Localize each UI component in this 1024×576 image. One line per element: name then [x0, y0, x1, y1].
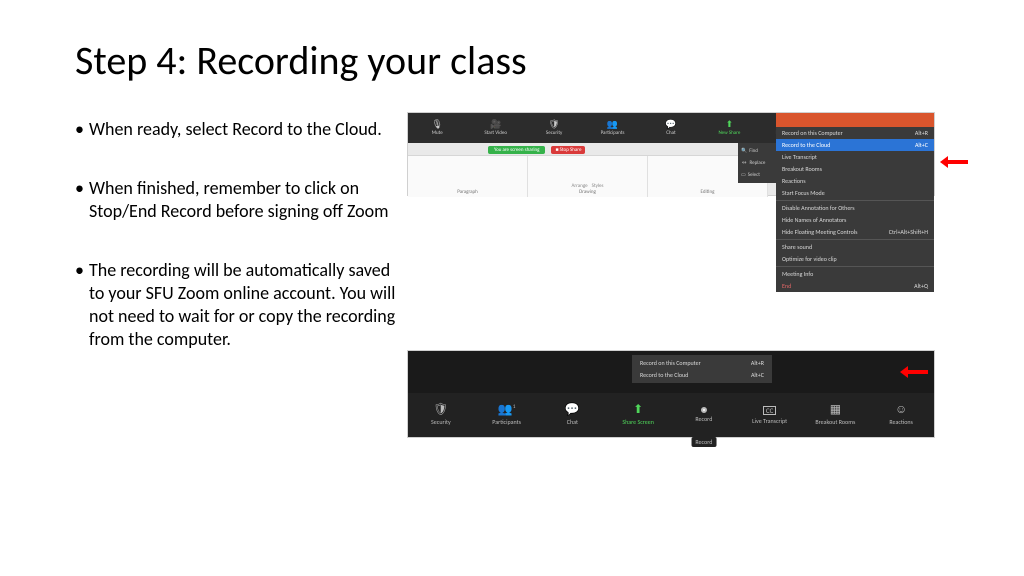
mute-button[interactable]: 🎙Mute — [408, 113, 466, 143]
cursor-icon: ▭ — [741, 172, 746, 178]
callout-arrow-icon — [900, 366, 928, 378]
live-transcript-button[interactable]: CCLive Transcript — [737, 393, 803, 437]
replace-button[interactable]: ↔Replace — [741, 160, 773, 166]
menu-item[interactable]: Start Focus Mode — [776, 187, 934, 199]
bullet-item: When ready, select Record to the Cloud. — [75, 118, 405, 141]
menu-item[interactable]: Hide Names of Annotators — [776, 214, 934, 226]
orange-bar — [776, 113, 934, 127]
chat-icon: 💬 — [665, 120, 676, 129]
bullet-item: The recording will be automatically save… — [75, 259, 405, 351]
reactions-button[interactable]: ☺Reactions — [868, 393, 934, 437]
select-button[interactable]: ▭Select — [741, 172, 773, 178]
screenshot-bottom: Record on this ComputerAlt+RRecord to th… — [407, 350, 935, 438]
share-status: You are screen sharing ■ Stop Share — [488, 144, 585, 155]
zoom-toolbar-bottom: 🛡Security 👥1Participants 💬Chat ⬆Share Sc… — [408, 393, 934, 437]
menu-item[interactable]: Record on this ComputerAlt+R — [632, 357, 772, 369]
menu-item[interactable]: Optimize for video clip — [776, 253, 934, 265]
menu-item[interactable]: Reactions — [776, 175, 934, 187]
participants-button[interactable]: 👥1Participants — [474, 393, 540, 437]
menu-item[interactable]: Record to the CloudAlt+C — [776, 139, 934, 151]
participants-button[interactable]: 👥Participants — [583, 113, 641, 143]
menu-item[interactable]: Breakout Rooms — [776, 163, 934, 175]
smile-icon: ☺ — [895, 404, 907, 416]
chat-button[interactable]: 💬Chat — [540, 393, 606, 437]
stop-share-button[interactable]: ■ Stop Share — [551, 146, 585, 154]
menu-item[interactable]: EndAlt+Q — [776, 280, 934, 292]
chat-icon: 💬 — [565, 404, 580, 416]
share-icon: ⬆ — [633, 404, 643, 416]
ribbon-group-paragraph: Paragraph — [408, 156, 528, 197]
menu-item[interactable]: Disable Annotation for Others — [776, 202, 934, 214]
bullet-item: When finished, remember to click on Stop… — [75, 177, 405, 223]
menu-item[interactable]: Record on this ComputerAlt+R — [776, 127, 934, 139]
screenshot-top: 🎙Mute 🎥Start Video 🛡Security 👥Participan… — [407, 112, 935, 196]
menu-item[interactable]: Hide Floating Meeting ControlsCtrl+Alt+S… — [776, 226, 934, 238]
share-icon: ⬆ — [726, 120, 734, 129]
people-icon: 👥 — [607, 120, 618, 129]
find-button[interactable]: 🔍Find — [741, 148, 773, 154]
menu-item[interactable]: Live Transcript — [776, 151, 934, 163]
sharing-badge: You are screen sharing — [488, 146, 545, 154]
ribbon-find-panel: 🔍Find ↔Replace ▭Select — [738, 143, 776, 183]
record-icon — [701, 407, 707, 413]
mic-icon: 🎙 — [432, 120, 443, 129]
page-title: Step 4: Recording your class — [75, 36, 527, 85]
security-button[interactable]: 🛡Security — [525, 113, 583, 143]
search-icon: 🔍 — [741, 148, 747, 154]
office-ribbon: Paragraph ArrangeStyles Drawing Editing — [408, 155, 768, 197]
grid-icon: ▦ — [830, 404, 841, 416]
record-tooltip: Record — [691, 437, 716, 447]
bullet-list: When ready, select Record to the Cloud. … — [75, 118, 405, 387]
people-icon: 👥1 — [498, 404, 516, 416]
menu-item[interactable]: Share sound — [776, 241, 934, 253]
menu-item[interactable]: Record to the CloudAlt+C — [632, 369, 772, 381]
more-menu: Record on this ComputerAlt+RRecord to th… — [776, 127, 934, 292]
chat-button[interactable]: 💬Chat — [642, 113, 700, 143]
share-screen-button[interactable]: ⬆Share Screen — [605, 393, 671, 437]
ribbon-group-drawing: ArrangeStyles Drawing — [528, 156, 648, 197]
callout-arrow-icon — [940, 156, 968, 168]
cc-icon: CC — [763, 406, 776, 415]
shield-icon: 🛡 — [433, 404, 448, 416]
slide: Step 4: Recording your class When ready,… — [0, 0, 1024, 576]
breakout-rooms-button[interactable]: ▦Breakout Rooms — [803, 393, 869, 437]
security-button[interactable]: 🛡Security — [408, 393, 474, 437]
start-video-button[interactable]: 🎥Start Video — [466, 113, 524, 143]
video-icon: 🎥 — [490, 120, 501, 129]
shield-icon: 🛡 — [548, 120, 559, 129]
record-button[interactable]: RecordRecord — [671, 393, 737, 437]
record-popup: Record on this ComputerAlt+RRecord to th… — [632, 355, 772, 383]
replace-icon: ↔ — [741, 160, 747, 166]
new-share-button[interactable]: ⬆New Share — [700, 113, 758, 143]
menu-item[interactable]: Meeting Info — [776, 268, 934, 280]
